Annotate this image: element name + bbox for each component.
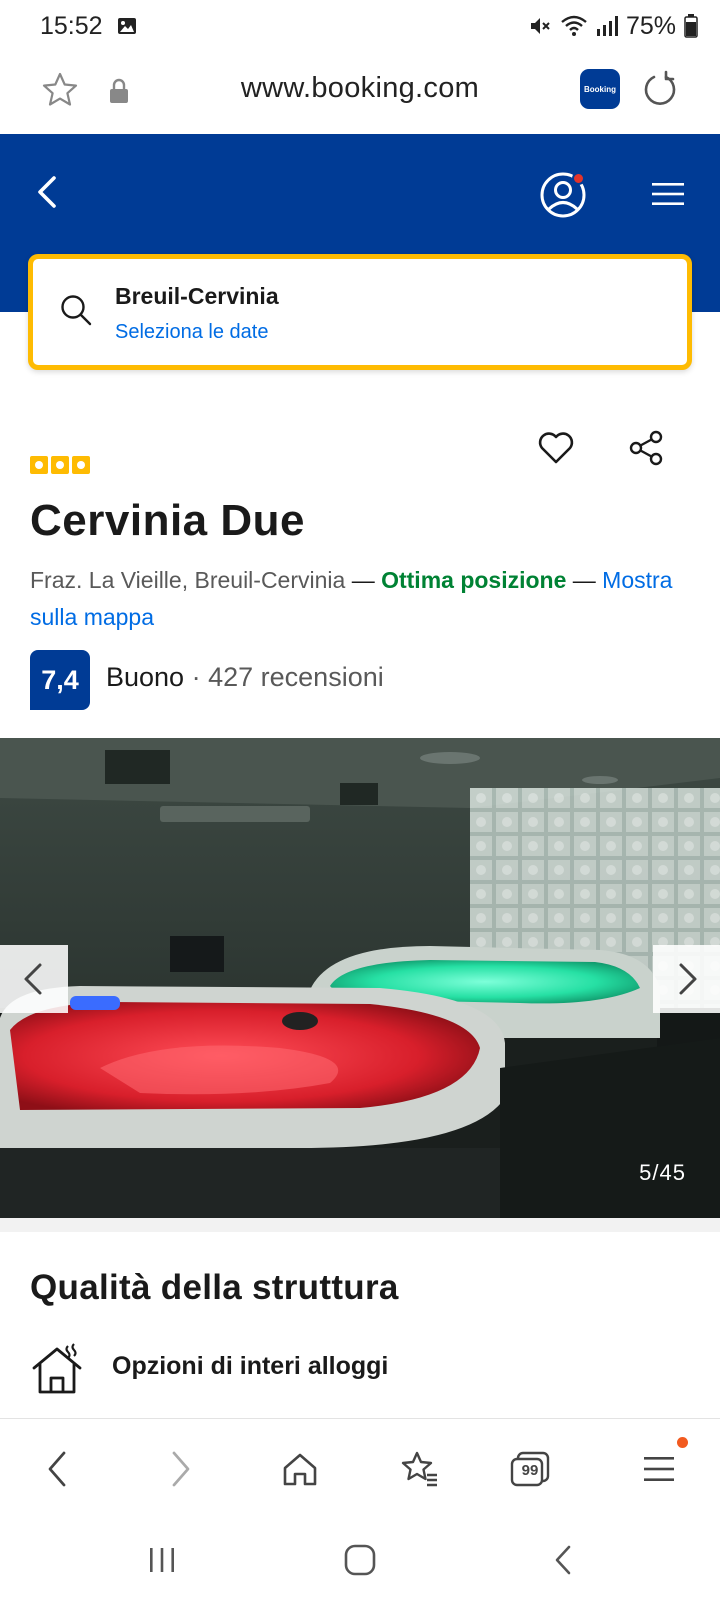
signal-icon (596, 16, 618, 36)
chevron-right-icon (679, 963, 696, 995)
photo-next-button[interactable] (653, 945, 720, 1013)
android-home-button[interactable] (338, 1538, 382, 1582)
facility-item: Opzioni di interi alloggi (112, 1352, 389, 1380)
browser-back-button[interactable] (34, 1445, 82, 1493)
battery-percent: 75% (625, 11, 676, 40)
hotel-name: Cervinia Due (30, 496, 305, 545)
wifi-icon (561, 15, 587, 36)
spa-hot-tubs-image (0, 738, 720, 1218)
rating-square-icon (51, 456, 69, 474)
mute-icon (530, 18, 550, 34)
browser-menu-button[interactable] (636, 1445, 684, 1493)
home-icon (283, 1453, 317, 1486)
browser-home-button[interactable] (276, 1445, 324, 1493)
address-dash: — (572, 567, 596, 593)
house-heating-icon (32, 1343, 82, 1394)
hotel-photo[interactable] (0, 738, 720, 1218)
home-button-icon (344, 1544, 376, 1576)
heart-icon[interactable] (536, 428, 576, 468)
review-summary[interactable]: Buono · 427 recensioni (106, 662, 384, 693)
battery-icon (684, 14, 698, 38)
notification-dot (572, 172, 585, 185)
search-summary-box[interactable]: Breuil-Cervinia Seleziona le date (28, 254, 692, 370)
android-back-button[interactable] (542, 1538, 586, 1582)
review-count: 427 recensioni (208, 662, 384, 692)
hamburger-menu-icon[interactable] (650, 180, 686, 208)
star-rating (30, 456, 90, 474)
recent-apps-icon (150, 1548, 174, 1572)
browser-forward-button[interactable] (156, 1445, 204, 1493)
status-time: 15:52 (40, 12, 103, 40)
rating-square-icon (72, 456, 90, 474)
facilities-title: Qualità della struttura (30, 1268, 399, 1307)
tabs-count: 99 (521, 1462, 539, 1479)
menu-notification-dot (677, 1437, 688, 1448)
select-dates-link[interactable]: Seleziona le date (115, 321, 268, 344)
location-highlight: Ottima posizione (381, 567, 567, 593)
bookmarks-star-icon (401, 1451, 437, 1487)
browser-tabs-button[interactable]: 99 (506, 1445, 554, 1493)
chevron-right-icon (172, 1451, 190, 1487)
browser-bottom-bar: 99 (0, 1418, 720, 1518)
booking-app-badge[interactable]: Booking (580, 69, 620, 109)
hotel-address: Fraz. La Vieille, Breuil-Cervinia — Otti… (30, 562, 700, 636)
browser-bookmarks-button[interactable] (396, 1445, 444, 1493)
back-arrow-icon[interactable] (30, 172, 66, 212)
hamburger-menu-icon (644, 1457, 674, 1481)
rating-square-icon (30, 456, 48, 474)
android-navigation-bar (0, 1518, 720, 1600)
status-bar: 15:52 75% (0, 0, 720, 52)
chevron-left-icon (24, 963, 42, 995)
image-notification-icon (118, 18, 136, 34)
review-score-badge[interactable]: 7,4 (30, 650, 90, 710)
recent-apps-button[interactable] (140, 1538, 184, 1582)
search-icon (61, 295, 92, 326)
section-divider (0, 1218, 720, 1232)
address-text: Fraz. La Vieille, Breuil-Cervinia (30, 567, 346, 593)
score-label: Buono (106, 662, 185, 692)
share-icon[interactable] (626, 428, 666, 468)
browser-url-bar: www.booking.com Booking (0, 52, 720, 134)
score-separator: · (191, 662, 201, 692)
photo-counter: 5/45 (639, 1160, 686, 1185)
photo-previous-button[interactable] (0, 945, 68, 1013)
back-icon (555, 1545, 571, 1575)
status-icons: 75% (528, 10, 698, 42)
chevron-left-icon (48, 1451, 66, 1487)
reload-icon[interactable] (640, 69, 680, 109)
address-dash: — (351, 567, 375, 593)
search-destination[interactable]: Breuil-Cervinia (115, 283, 279, 310)
